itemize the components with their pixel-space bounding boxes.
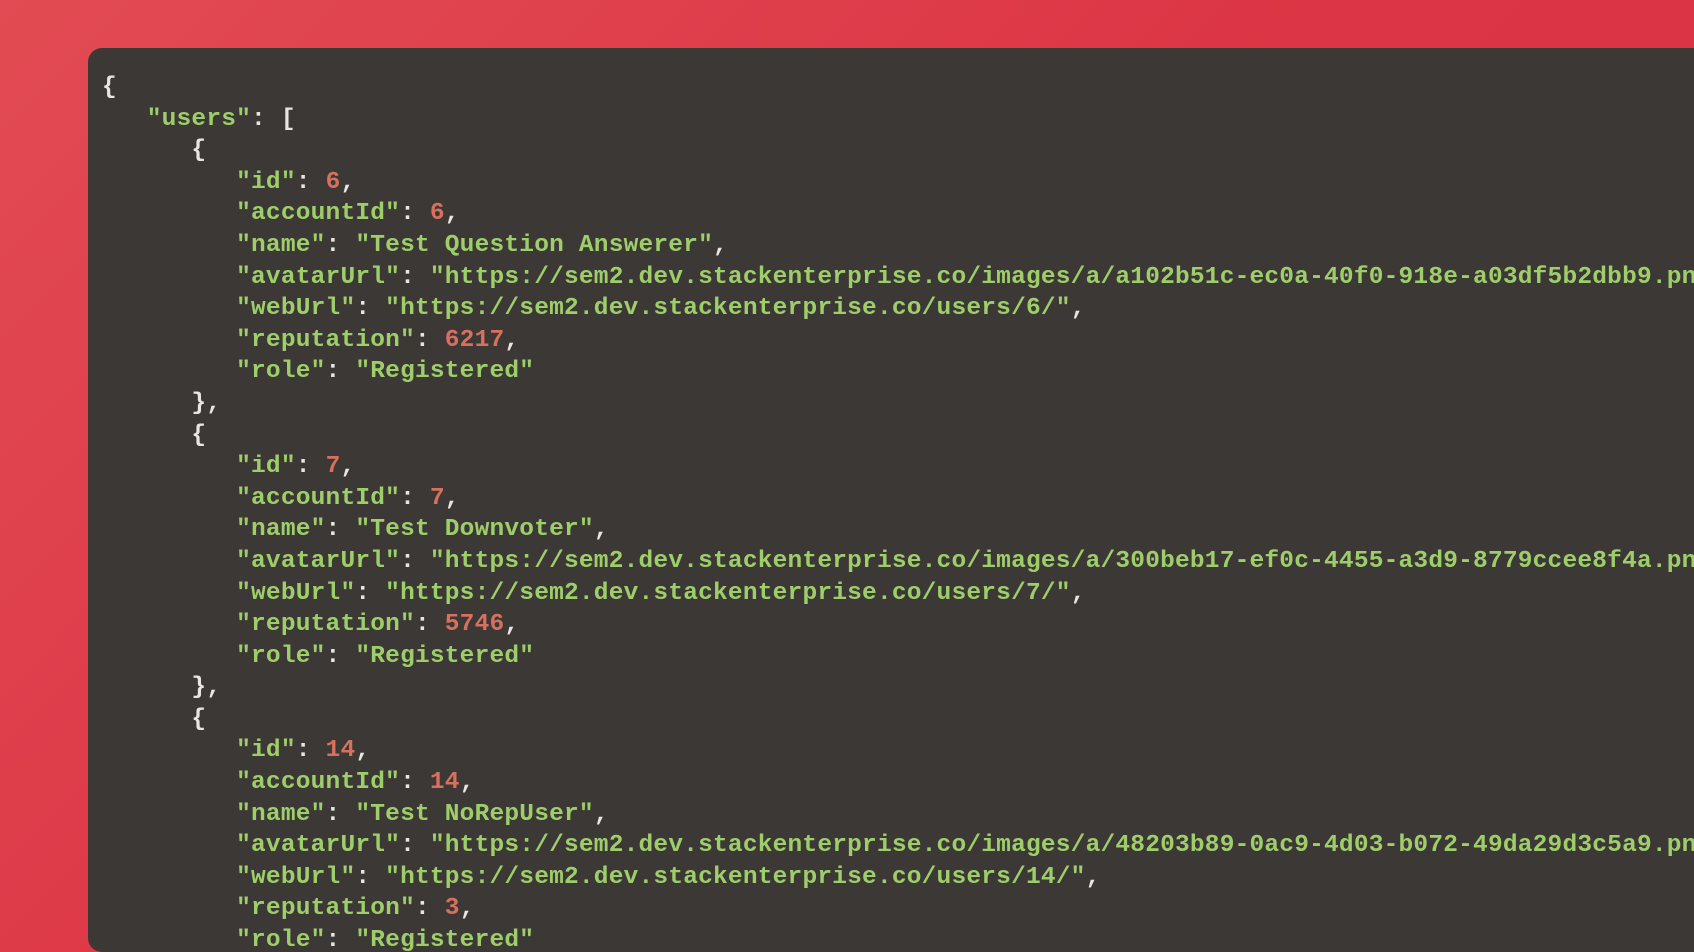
- json-code-block: { "users": [ { "id": 6, "accountId": 6, …: [102, 72, 1694, 952]
- json-code-panel: { "users": [ { "id": 6, "accountId": 6, …: [88, 48, 1694, 952]
